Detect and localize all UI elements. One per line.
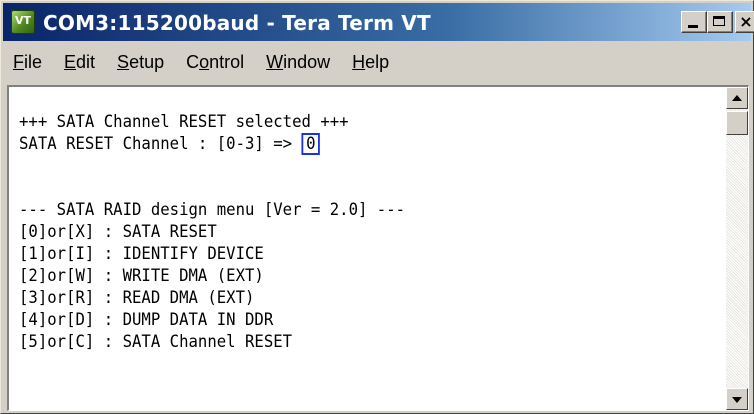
menu-edit-mnemonic: E — [64, 51, 77, 72]
window-title: COM3:115200baud - Tera Term VT — [43, 11, 431, 35]
terminal-menu-header: --- SATA RAID design menu [Ver = 2.0] --… — [19, 200, 406, 220]
menu-setup-mnemonic: S — [117, 51, 130, 72]
menu-setup[interactable]: Setup — [107, 52, 174, 73]
scrollbar-thumb[interactable] — [726, 111, 748, 135]
close-icon: × — [739, 12, 753, 31]
menu-file-mnemonic: F — [13, 51, 24, 72]
menu-help[interactable]: Help — [342, 52, 399, 73]
terminal-menu-option: [3]or[R] : READ DMA (EXT) — [19, 288, 255, 308]
menu-edit[interactable]: Edit — [54, 52, 105, 73]
menu-file[interactable]: File — [3, 52, 52, 73]
menu-help-mnemonic: H — [352, 51, 366, 72]
terminal-menu-option: [4]or[D] : DUMP DATA IN DDR — [19, 310, 274, 330]
menu-window[interactable]: Window — [256, 52, 340, 73]
arrow-up-icon — [732, 95, 742, 101]
prompt-text: SATA RESET Channel : [0-3] => — [19, 134, 302, 154]
menu-control-mnemonic: o — [199, 51, 210, 72]
maximize-button[interactable] — [707, 11, 733, 33]
scroll-up-button[interactable] — [726, 87, 748, 109]
title-bar[interactable]: VT COM3:115200baud - Tera Term VT × — [3, 3, 754, 41]
minimize-button[interactable] — [681, 11, 707, 33]
menu-window-mnemonic: W — [266, 51, 284, 72]
menu-setup-label: etup — [129, 51, 165, 72]
menu-edit-label: dit — [76, 51, 96, 72]
terminal-line-selected: +++ SATA Channel RESET selected +++ — [19, 112, 349, 132]
menu-control-label: ntrol — [209, 51, 245, 72]
minimize-icon — [688, 25, 698, 28]
close-button[interactable]: × — [735, 11, 754, 33]
tera-term-icon[interactable]: VT — [11, 10, 35, 34]
arrow-down-icon — [732, 397, 742, 403]
menu-help-label: elp — [365, 51, 390, 72]
terminal-menu-option: [0]or[X] : SATA RESET — [19, 222, 217, 242]
menu-control[interactable]: Control — [176, 52, 254, 73]
menu-window-label: indow — [283, 51, 331, 72]
scroll-down-button[interactable] — [726, 388, 748, 410]
maximize-icon — [713, 16, 725, 26]
vertical-scrollbar[interactable] — [726, 87, 748, 410]
menu-control-prefix: C — [186, 51, 200, 72]
terminal-screen[interactable]: +++ SATA Channel RESET selected +++ SATA… — [7, 85, 749, 411]
terminal-line-prompt: SATA RESET Channel : [0-3] => 0 — [19, 133, 662, 155]
prompt-input-highlight: 0 — [301, 133, 321, 155]
app-icon-label: VT — [14, 14, 32, 27]
tera-term-window: VT COM3:115200baud - Tera Term VT × File… — [0, 0, 754, 414]
menu-file-label: ile — [24, 51, 43, 72]
terminal-output: +++ SATA Channel RESET selected +++ SATA… — [19, 111, 662, 353]
terminal-menu-option: [1]or[I] : IDENTIFY DEVICE — [19, 244, 264, 264]
terminal-menu-option: [2]or[W] : WRITE DMA (EXT) — [19, 266, 264, 286]
terminal-menu-option: [5]or[C] : SATA Channel RESET — [19, 332, 293, 352]
menu-bar: File Edit Setup Control Window Help — [3, 43, 751, 81]
